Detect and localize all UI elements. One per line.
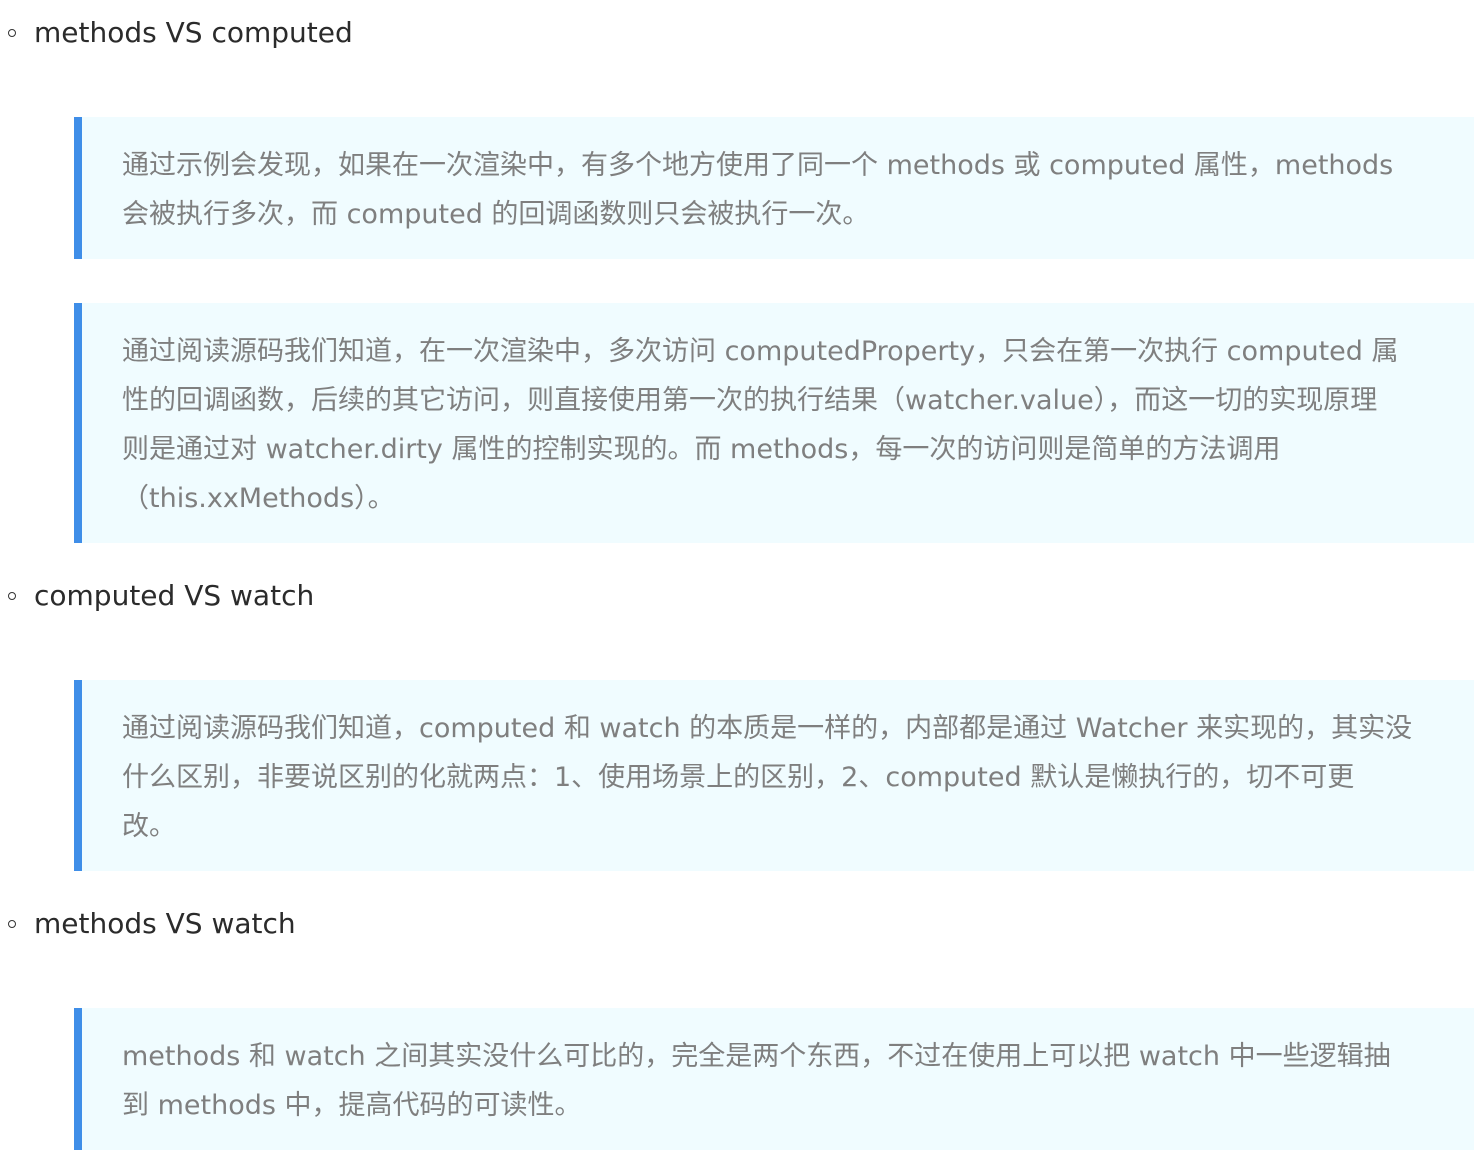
list-item-methods-vs-computed: methods VS computed [0, 15, 1476, 55]
section-title: computed VS watch [34, 579, 315, 612]
blockquote-text: 通过阅读源码我们知道，在一次渲染中，多次访问 computedProperty，… [122, 336, 1399, 514]
list-item-methods-vs-watch: methods VS watch [0, 906, 1476, 946]
blockquote-text: methods 和 watch 之间其实没什么可比的，完全是两个东西，不过在使用… [122, 1041, 1391, 1121]
section-title: methods VS watch [34, 907, 296, 940]
hollow-bullet-icon [8, 29, 16, 37]
blockquote: methods 和 watch 之间其实没什么可比的，完全是两个东西，不过在使用… [74, 1008, 1474, 1150]
section-title: methods VS computed [34, 16, 353, 49]
blockquote: 通过阅读源码我们知道，在一次渲染中，多次访问 computedProperty，… [74, 303, 1474, 543]
blockquote-text: 通过阅读源码我们知道，computed 和 watch 的本质是一样的，内部都是… [122, 713, 1413, 842]
hollow-bullet-icon [8, 592, 16, 600]
list-item-computed-vs-watch: computed VS watch [0, 578, 1476, 618]
blockquote: 通过示例会发现，如果在一次渲染中，有多个地方使用了同一个 methods 或 c… [74, 117, 1474, 259]
blockquote-text: 通过示例会发现，如果在一次渲染中，有多个地方使用了同一个 methods 或 c… [122, 150, 1394, 230]
blockquote: 通过阅读源码我们知道，computed 和 watch 的本质是一样的，内部都是… [74, 680, 1474, 871]
hollow-bullet-icon [8, 920, 16, 928]
